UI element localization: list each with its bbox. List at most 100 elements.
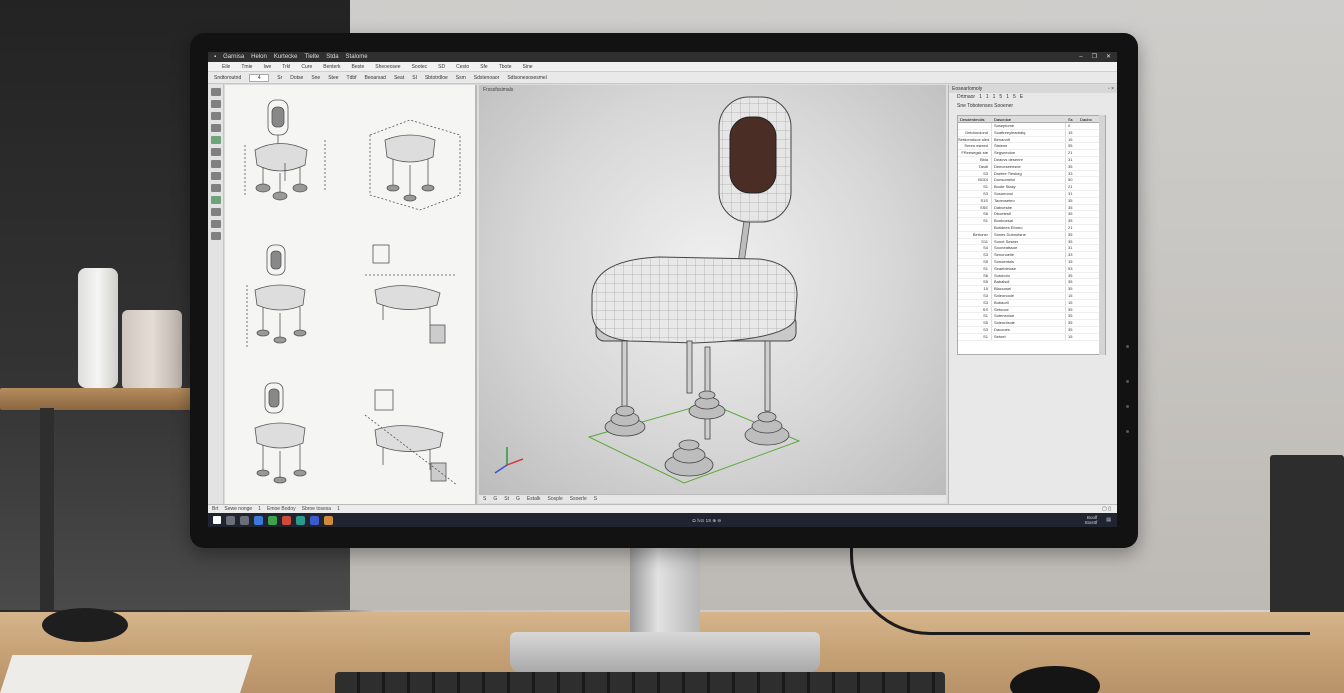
properties-tool[interactable]: E	[1020, 93, 1023, 102]
app-icon[interactable]	[254, 515, 263, 525]
viewport-status-item[interactable]: S	[594, 495, 597, 503]
table-row[interactable]: S5 Soleuntsole 35	[958, 320, 1105, 327]
menu-item[interactable]: Cesto	[456, 62, 469, 71]
monitor-button[interactable]	[1126, 405, 1129, 408]
scale-tool-icon[interactable]	[211, 172, 221, 180]
column-header[interactable]: Ss	[1066, 116, 1078, 122]
3d-viewport[interactable]: Frsssfssimals	[479, 85, 946, 494]
technical-drawings-panel[interactable]	[225, 85, 477, 504]
title-item[interactable]: Stalome	[346, 52, 368, 62]
toolbar-item[interactable]: SI	[412, 72, 417, 83]
viewport-status-item[interactable]: Sosple	[547, 495, 562, 503]
menu-item[interactable]: Beste	[351, 62, 364, 71]
monitor-button[interactable]	[1126, 380, 1129, 383]
table-row[interactable]: Bertonsr Sones Dobnotsne 35	[958, 231, 1105, 239]
table-row[interactable]: S3 Dacooes 35	[958, 326, 1105, 334]
viewport-status-item[interactable]: S	[483, 495, 486, 503]
table-row[interactable]: S3 Sosoeonol 31	[958, 190, 1105, 198]
app-icon[interactable]	[268, 515, 277, 525]
render-tool-icon[interactable]	[211, 232, 221, 240]
properties-scrollbar[interactable]	[1099, 115, 1105, 355]
properties-tool[interactable]: 1	[1006, 93, 1009, 102]
menu-item[interactable]: Sheoeosee	[375, 62, 400, 71]
select-tool-icon[interactable]	[211, 88, 221, 96]
table-row[interactable]: S6 Sutobolo 35	[958, 272, 1105, 280]
viewport-status-item[interactable]: G	[516, 495, 520, 503]
toolbar-item[interactable]: Sdtsonesosesmel	[507, 72, 546, 83]
toolbar-item[interactable]: Sbtotrdloe	[425, 72, 448, 83]
table-row[interactable]: Tandl Deeceseensoe 35	[958, 163, 1105, 171]
menu-item[interactable]: Cure	[301, 62, 312, 71]
title-item[interactable]: Tlelte	[305, 52, 320, 62]
menu-item[interactable]: SD	[438, 62, 445, 71]
notification-icon[interactable]: ▤	[1106, 517, 1117, 523]
section-tool-icon[interactable]	[211, 220, 221, 228]
menu-item[interactable]: Sine	[523, 62, 533, 71]
table-row[interactable]: S1 Bonboesal 35	[958, 218, 1105, 225]
properties-table[interactable]: Desderdmolis Dascrdoe Ss Daubo Soseplume…	[957, 115, 1106, 355]
monitor-button[interactable]	[1126, 345, 1129, 348]
start-button-icon[interactable]	[213, 516, 221, 524]
toolbar-item[interactable]: Ssm	[456, 72, 466, 83]
table-row[interactable]: S1 Soteneoloe 35	[958, 313, 1105, 321]
table-row[interactable]: S6 Dboetestl 35	[958, 211, 1105, 219]
move-tool-icon[interactable]	[211, 100, 221, 108]
properties-tool[interactable]: 1	[993, 93, 996, 102]
toolbar-item[interactable]: Sne	[311, 72, 320, 83]
dimension-tool-icon[interactable]	[211, 208, 221, 216]
table-row[interactable]: S3 Dsefee Tleskeg 33	[958, 170, 1105, 178]
properties-tool[interactable]: Drtmaor	[957, 93, 975, 102]
title-item[interactable]: Kurtecke	[274, 52, 298, 62]
menu-item[interactable]: Trkl	[282, 62, 290, 71]
table-row[interactable]: Detdonolond Soaftreeyiearbdiq 15	[958, 129, 1105, 137]
rotate-tool-icon[interactable]	[211, 112, 221, 120]
table-row[interactable]: S4 Sooneatssoe 31	[958, 245, 1105, 253]
table-row[interactable]: Soseplume 0	[958, 123, 1105, 130]
title-item[interactable]: Garnisa	[223, 52, 244, 62]
title-item[interactable]: Stda	[326, 52, 338, 62]
column-header[interactable]: Daubo	[1078, 116, 1098, 122]
viewport-status-item[interactable]: St	[504, 495, 509, 503]
extrude-tool-icon[interactable]	[211, 160, 221, 168]
toolbar-item[interactable]: Tdbf	[347, 72, 357, 83]
toolbar-item[interactable]: Sdstenoaor	[474, 72, 500, 83]
column-header[interactable]: Dascrdoe	[992, 116, 1066, 122]
toolbar-item[interactable]: Dotse	[290, 72, 303, 83]
menu-item[interactable]: Iwe	[263, 62, 271, 71]
toolbar-value-field[interactable]: 4	[249, 74, 270, 82]
clock[interactable]: Boolf Stosttf	[1084, 515, 1101, 525]
table-row[interactable]: SS Setooce 35	[958, 306, 1105, 314]
viewport-status-item[interactable]: Ssoerle	[570, 495, 587, 503]
viewport-status-item[interactable]: Estalk	[527, 495, 541, 503]
properties-tool[interactable]: 1	[979, 93, 982, 102]
app-icon[interactable]	[296, 515, 305, 525]
table-row[interactable]: S3 Bobaorll 15	[958, 299, 1105, 307]
snap-tool-icon[interactable]	[211, 136, 221, 144]
table-row[interactable]: S1S Taoeoseteo 35	[958, 197, 1105, 205]
menu-item[interactable]: Tmie	[241, 62, 252, 71]
table-row[interactable]: S1 Boote Stasy 21	[958, 184, 1105, 191]
table-row[interactable]: S3 Soleonoole 15	[958, 292, 1105, 300]
properties-tool[interactable]: 5	[999, 93, 1002, 102]
menu-item[interactable]: Sfe	[480, 62, 488, 71]
cad-app-icon[interactable]	[324, 515, 333, 525]
table-row[interactable]: S5 Sonoentols 15	[958, 258, 1105, 266]
close-button[interactable]: ✕	[1106, 52, 1111, 62]
title-item[interactable]: Helon	[251, 52, 267, 62]
toolbar-item[interactable]: Beoarsad	[365, 72, 386, 83]
toolbar-item[interactable]: Seat	[394, 72, 404, 83]
minimize-button[interactable]: –	[1079, 52, 1082, 62]
table-row[interactable]: S11 Sonot Seseer 35	[958, 238, 1105, 246]
table-row[interactable]: BGDI Donsomelol 50	[958, 177, 1105, 185]
table-row[interactable]: 15 Blaccosel 35	[958, 286, 1105, 293]
properties-tool[interactable]: 5	[1013, 93, 1016, 102]
table-row[interactable]: SSE Dabcesbe 35	[958, 204, 1105, 212]
measure-tool-icon[interactable]	[211, 148, 221, 156]
menu-item[interactable]: Benterk	[323, 62, 340, 71]
task-view-icon[interactable]	[240, 515, 249, 525]
search-icon[interactable]	[226, 515, 235, 525]
toolbar-item[interactable]: Sndtoroutnd	[214, 72, 241, 83]
column-header[interactable]: Desderdmolis	[958, 116, 992, 122]
table-row[interactable]: S1 Setoet 15	[958, 333, 1105, 341]
toolbar-item[interactable]: Sr	[277, 72, 282, 83]
